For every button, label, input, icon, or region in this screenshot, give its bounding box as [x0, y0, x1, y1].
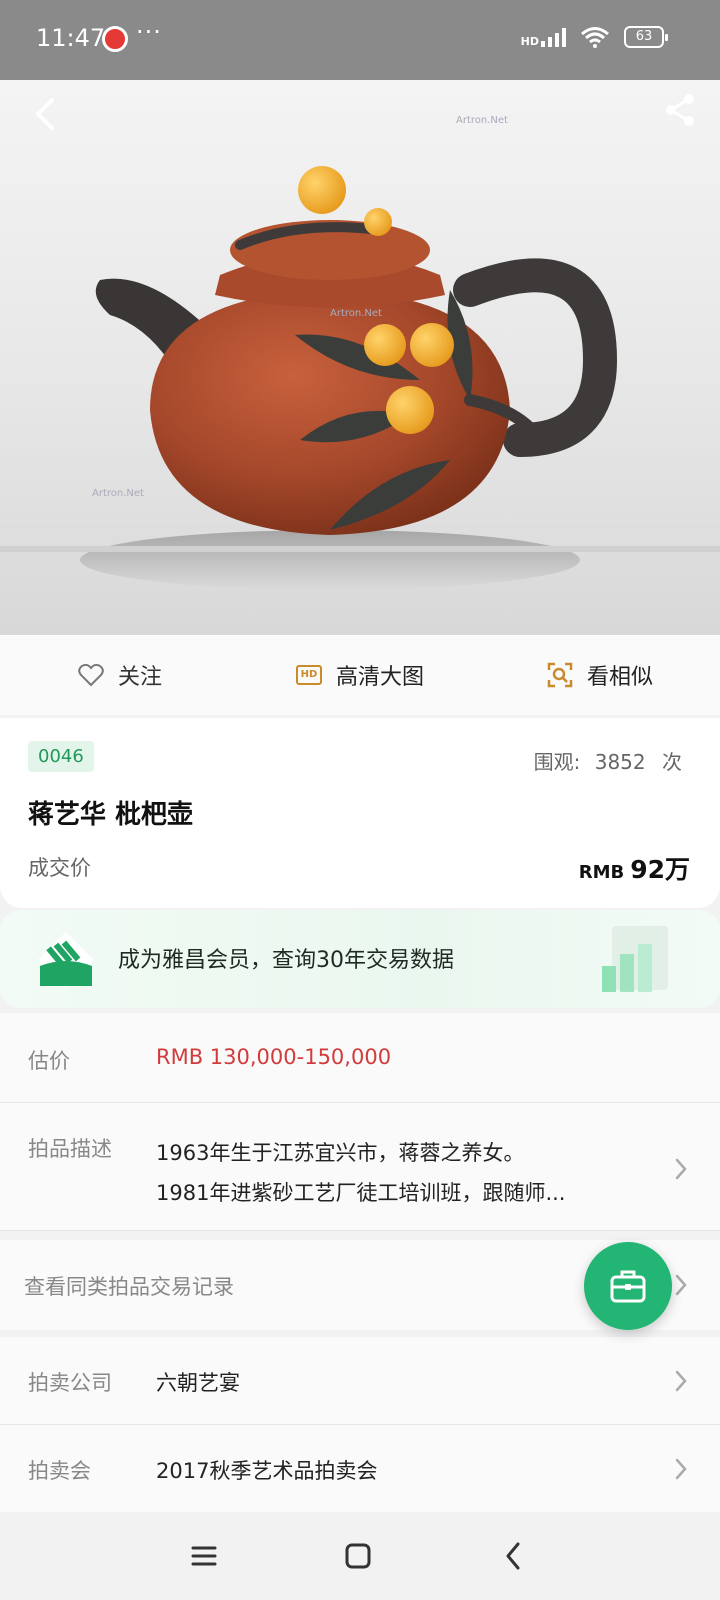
- description-row[interactable]: 拍品描述 1963年生于江苏宜兴市，蒋蓉之养女。 1981年进紫砂工艺厂徒工培训…: [0, 1103, 720, 1231]
- hd-image-label: 高清大图: [335, 665, 424, 690]
- teapot-illustration: [0, 166, 720, 590]
- chevron-right-icon: [675, 1370, 687, 1392]
- auction-info-section: 拍卖公司 六朝艺宴 拍卖会 2017秋季艺术品拍卖会: [0, 1337, 720, 1513]
- deal-currency: RMB: [578, 862, 625, 883]
- chevron-right-icon: [675, 1158, 687, 1180]
- heart-icon: [78, 663, 104, 687]
- home-icon[interactable]: [334, 1532, 382, 1580]
- watermark-label: Artron.Net: [92, 488, 144, 499]
- follow-button[interactable]: 关注: [0, 635, 240, 715]
- artron-logo-icon: [38, 932, 94, 988]
- network-type-label: HD: [520, 35, 539, 48]
- view-count-label: 围观:: [533, 750, 581, 774]
- data-chart-illustration: [602, 926, 668, 992]
- view-count: 围观: 3852 次: [534, 746, 682, 775]
- auction-company-row[interactable]: 拍卖公司 六朝艺宴: [0, 1337, 720, 1425]
- deal-amount: 92万: [630, 855, 690, 884]
- auction-session-row[interactable]: 拍卖会 2017秋季艺术品拍卖会: [0, 1425, 720, 1513]
- lot-title: 蒋艺华 枇杷壶: [28, 800, 194, 830]
- description-line: 1963年生于江苏宜兴市，蒋蓉之养女。: [156, 1141, 525, 1165]
- status-time: 11:47: [36, 24, 106, 52]
- chevron-right-icon: [675, 1458, 687, 1480]
- battery-icon: 63: [624, 26, 668, 48]
- chevron-right-icon: [675, 1274, 687, 1296]
- watermark-label: Artron.Net: [456, 115, 508, 126]
- share-icon[interactable]: [660, 88, 700, 134]
- signal-icon: [541, 27, 566, 47]
- back-icon[interactable]: [26, 90, 66, 136]
- menu-icon[interactable]: [180, 1532, 228, 1580]
- description-text: 1963年生于江苏宜兴市，蒋蓉之养女。 1981年进紫砂工艺厂徒工培训班，跟随师…: [156, 1133, 626, 1213]
- back-nav-icon[interactable]: [490, 1532, 538, 1580]
- deal-price-value: RMB 92万: [579, 850, 690, 886]
- description-line: 1981年进紫砂工艺厂徒工培训班，跟随师...: [156, 1181, 566, 1205]
- product-image[interactable]: Artron.Net Artron.Net Artron.Net: [0, 80, 720, 635]
- app-notification-icon: [102, 26, 128, 52]
- estimate-value: RMB 130,000-150,000: [156, 1045, 392, 1069]
- hd-icon: HD: [295, 665, 322, 685]
- estimate-row: 估价 RMB 130,000-150,000: [0, 1013, 720, 1103]
- membership-text: 成为雅昌会员，查询30年交易数据: [118, 948, 454, 973]
- action-bar: 关注 HD 高清大图 看相似: [0, 635, 720, 715]
- description-label: 拍品描述: [28, 1137, 112, 1161]
- hd-image-button[interactable]: HD 高清大图: [240, 635, 480, 715]
- auction-session-label: 拍卖会: [28, 1459, 91, 1483]
- follow-label: 关注: [117, 665, 162, 690]
- wifi-icon: [581, 27, 609, 48]
- estimate-label: 估价: [28, 1049, 70, 1073]
- scan-search-icon: [547, 662, 573, 688]
- detail-section: 估价 RMB 130,000-150,000 拍品描述 1963年生于江苏宜兴市…: [0, 1013, 720, 1231]
- lot-number-badge: 0046: [28, 741, 94, 772]
- status-bar: 11:47 ··· HD 63: [0, 0, 720, 80]
- watermark-label: Artron.Net: [330, 308, 382, 319]
- auction-company-value: 六朝艺宴: [156, 1371, 240, 1395]
- view-count-unit: 次: [662, 750, 682, 774]
- find-similar-button[interactable]: 看相似: [480, 635, 720, 715]
- system-nav-bar: [0, 1512, 720, 1600]
- lot-info-card: 0046 围观: 3852 次 蒋艺华 枇杷壶 成交价 RMB 92万: [0, 718, 720, 908]
- briefcase-icon: [610, 1270, 646, 1303]
- auction-session-value: 2017秋季艺术品拍卖会: [156, 1459, 378, 1483]
- find-similar-label: 看相似: [586, 665, 653, 690]
- view-count-value: 3852: [594, 750, 646, 774]
- similar-records-label: 查看同类拍品交易记录: [24, 1275, 234, 1299]
- more-notifications-icon: ···: [136, 18, 162, 46]
- briefcase-fab-button[interactable]: [584, 1242, 672, 1330]
- auction-company-label: 拍卖公司: [28, 1371, 112, 1395]
- membership-banner[interactable]: 成为雅昌会员，查询30年交易数据: [0, 910, 720, 1008]
- deal-price-label: 成交价: [28, 856, 91, 880]
